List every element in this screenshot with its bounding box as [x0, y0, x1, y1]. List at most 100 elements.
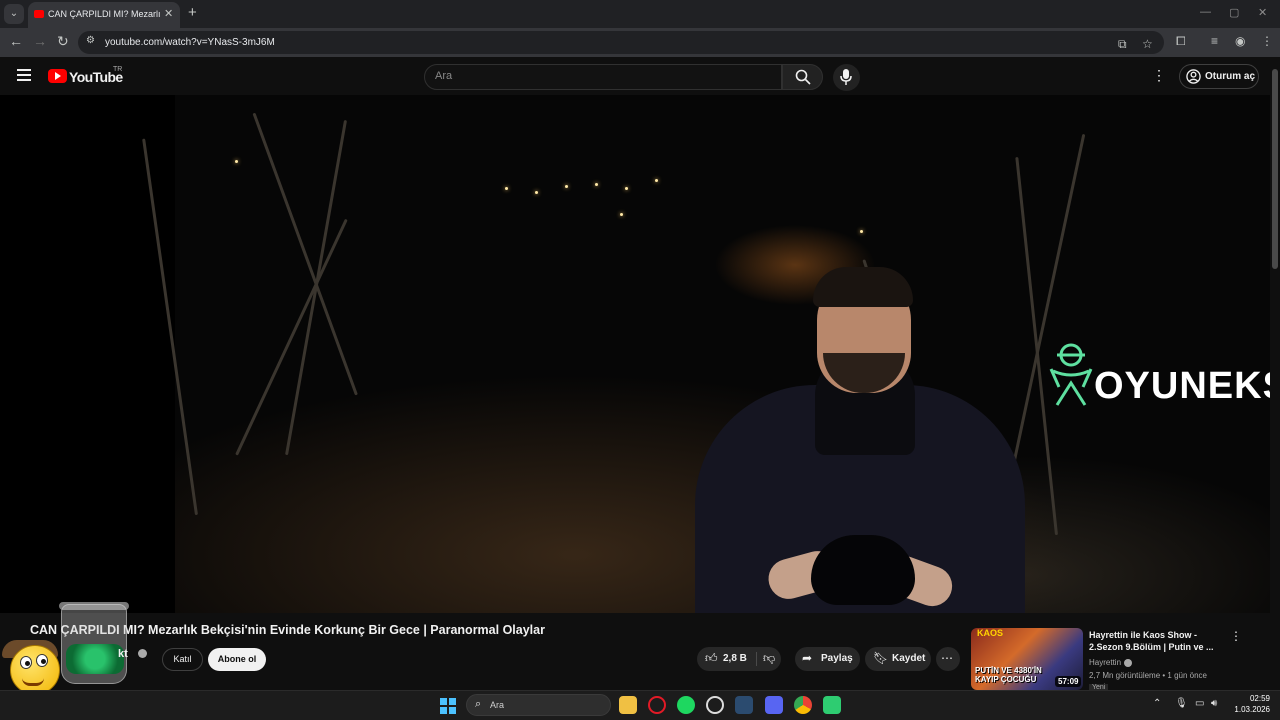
- obs-icon[interactable]: [706, 696, 724, 714]
- join-button[interactable]: Katıl: [162, 648, 203, 671]
- distant-light: [235, 160, 238, 163]
- tab-close-icon[interactable]: ✕: [164, 7, 173, 20]
- browser-menu-icon[interactable]: ⋮: [1261, 34, 1273, 48]
- taskbar-search-label: Ara: [490, 700, 505, 710]
- browser-toolbar: ← → ↻ ⚙ youtube.com/watch?v=YNasS-3mJ6M …: [0, 28, 1280, 57]
- microphone-tray-icon[interactable]: 🎙︎: [1175, 698, 1188, 709]
- windows-taskbar: ⌕ Ara ⌃ 🎙︎ ▭ 🔊︎ 02:59 1.03.2026: [0, 690, 1280, 720]
- tray-chevron-icon[interactable]: ⌃: [1153, 698, 1161, 709]
- tab-search-button[interactable]: ⌄: [4, 4, 24, 24]
- game-app-icon[interactable]: [823, 696, 841, 714]
- clock-time[interactable]: 02:59: [1230, 694, 1270, 703]
- search-icon: ⌕: [475, 698, 482, 710]
- country-code: TR: [113, 66, 123, 73]
- close-window-button[interactable]: ✕: [1258, 6, 1267, 19]
- distant-light: [565, 185, 568, 188]
- distant-light: [625, 187, 628, 190]
- file-explorer-icon[interactable]: [619, 696, 637, 714]
- signin-button[interactable]: Oturum aç: [1179, 64, 1259, 89]
- tree-branch: [142, 138, 198, 516]
- distant-light: [655, 179, 658, 182]
- clock-date[interactable]: 1.03.2026: [1230, 705, 1270, 714]
- volume-icon[interactable]: 🔊︎: [1211, 698, 1217, 709]
- hamburger-menu-icon[interactable]: [17, 69, 31, 81]
- distant-light: [595, 183, 598, 186]
- dislike-thumb-icon[interactable]: 👎︎: [763, 651, 775, 666]
- distant-light: [505, 187, 508, 190]
- verified-badge-icon: [138, 649, 147, 658]
- save-button[interactable]: 🔖︎ Kaydet: [865, 647, 931, 671]
- maximize-button[interactable]: ▢: [1229, 6, 1239, 19]
- share-button[interactable]: ➦ Paylaş: [795, 647, 860, 671]
- video-player[interactable]: OYUNEKS ✯: [0, 95, 1270, 613]
- search-button[interactable]: [782, 64, 823, 90]
- more-actions-button[interactable]: ⋯: [936, 647, 960, 671]
- discord-icon[interactable]: [765, 696, 783, 714]
- voice-search-button[interactable]: [833, 64, 860, 91]
- back-arrow-icon[interactable]: ←: [9, 33, 23, 49]
- video-duration: 57:09: [1055, 676, 1082, 687]
- recommended-channel[interactable]: Hayrettin: [1089, 658, 1121, 667]
- site-info-icon[interactable]: ⚙: [86, 35, 95, 46]
- youtube-header: YouTube TR ⋮ Oturum aç: [0, 57, 1270, 95]
- recommended-title[interactable]: Hayrettin ile Kaos Show - 2.Sezon 9.Bölü…: [1089, 629, 1217, 653]
- browser-tab-strip: ⌄ CAN ÇARPILDI MI? Mezarlık Bekç ✕ + — ▢…: [0, 0, 1280, 28]
- url-text: youtube.com/watch?v=YNasS-3mJ6M: [105, 37, 275, 48]
- emoji-pupil: [41, 659, 46, 664]
- taskbar-search[interactable]: ⌕ Ara: [466, 694, 611, 716]
- search-icon: [795, 69, 811, 85]
- network-icon[interactable]: ▭: [1195, 698, 1204, 709]
- page-scrollbar[interactable]: [1270, 57, 1280, 690]
- recommended-more-icon[interactable]: ⋮: [1230, 629, 1242, 643]
- distant-light: [620, 213, 623, 216]
- verified-badge-icon: [1124, 659, 1132, 667]
- like-count[interactable]: 2,8 B: [723, 653, 747, 664]
- tab-title: CAN ÇARPILDI MI? Mezarlık Bekç: [48, 9, 160, 19]
- minimize-button[interactable]: —: [1200, 6, 1211, 18]
- bookmark-icon: 🔖︎: [873, 651, 889, 665]
- profile-icon[interactable]: ◉: [1235, 34, 1245, 48]
- distant-light: [860, 230, 863, 233]
- microphone-icon: [840, 69, 852, 85]
- signin-label: Oturum aç: [1205, 71, 1256, 82]
- oyuneks-logo-icon: [1049, 343, 1093, 406]
- extensions-icon[interactable]: ⧠: [1176, 34, 1186, 49]
- search-box[interactable]: [424, 64, 782, 90]
- like-dislike-group: 👍︎ 2,8 B 👎︎: [697, 647, 781, 671]
- save-label: Kaydet: [892, 653, 926, 664]
- windows-start-icon[interactable]: [440, 698, 456, 714]
- reload-icon[interactable]: ↻: [57, 33, 69, 50]
- like-thumb-icon[interactable]: 👍︎: [705, 651, 718, 666]
- subscribe-button[interactable]: Abone ol: [208, 648, 266, 671]
- bookmark-star-icon[interactable]: ☆: [1142, 37, 1153, 51]
- chrome-icon[interactable]: [794, 696, 812, 714]
- search-input[interactable]: [435, 70, 765, 82]
- youtube-logo-icon[interactable]: [48, 69, 67, 83]
- emoji-face-icon: [10, 645, 60, 695]
- video-frame: [142, 95, 1270, 613]
- thumbnail-caption: PUTİN VE 4380'İN KAYIP ÇOCUĞU: [975, 666, 1042, 684]
- settings-more-icon[interactable]: ⋮: [1152, 67, 1166, 84]
- opera-icon[interactable]: [648, 696, 666, 714]
- browser-tab-active[interactable]: CAN ÇARPILDI MI? Mezarlık Bekç ✕: [28, 2, 180, 28]
- distant-light: [535, 191, 538, 194]
- install-app-icon[interactable]: ⧉: [1118, 37, 1127, 52]
- like-divider: [756, 652, 757, 666]
- thumbnail-badge: KAOS: [977, 628, 1004, 638]
- steam-icon[interactable]: [735, 696, 753, 714]
- spotify-icon[interactable]: [677, 696, 695, 714]
- person-hair: [813, 267, 913, 307]
- channel-name[interactable]: kt: [118, 648, 128, 660]
- new-tab-button[interactable]: +: [188, 4, 197, 21]
- media-control-icon[interactable]: ≡: [1211, 34, 1218, 48]
- share-arrow-icon: ➦: [802, 651, 813, 665]
- youtube-favicon-icon: [34, 10, 44, 18]
- forward-arrow-icon[interactable]: →: [33, 33, 47, 49]
- scrollbar-thumb[interactable]: [1272, 69, 1278, 269]
- channel-watermark: OYUNEKS: [1094, 365, 1270, 407]
- address-bar[interactable]: ⚙ youtube.com/watch?v=YNasS-3mJ6M ⧉ ☆: [78, 31, 1164, 54]
- jar-coins: [66, 644, 124, 674]
- person-hat: [811, 535, 915, 605]
- share-label: Paylaş: [821, 653, 853, 664]
- account-circle-icon: [1186, 69, 1201, 84]
